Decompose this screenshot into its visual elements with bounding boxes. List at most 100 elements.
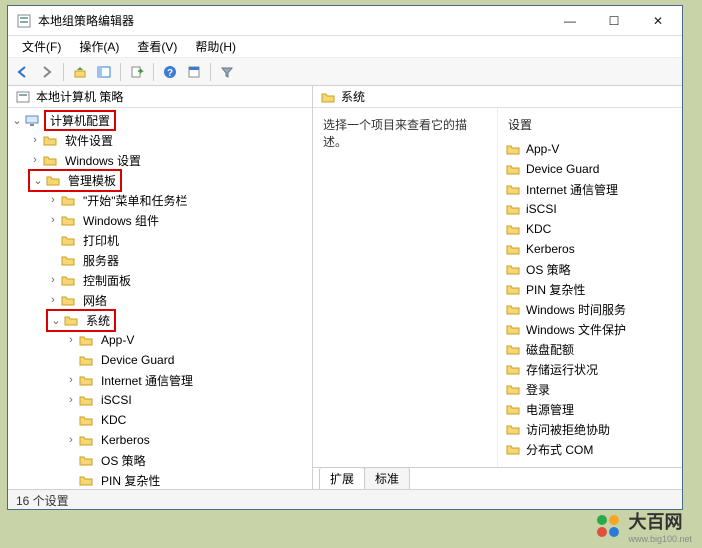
folder-icon xyxy=(60,192,76,208)
chevron-right-icon[interactable]: › xyxy=(64,333,78,347)
maximize-button[interactable]: ☐ xyxy=(592,7,636,35)
list-item[interactable]: iSCSI xyxy=(498,199,682,219)
tree-node[interactable]: ›iSCSI xyxy=(8,390,312,410)
list-item[interactable]: OS 策略 xyxy=(498,259,682,279)
chevron-right-icon[interactable]: › xyxy=(28,153,42,167)
folder-icon xyxy=(506,202,520,216)
close-button[interactable]: ✕ xyxy=(636,7,680,35)
right-body: 选择一个项目来查看它的描述。 设置 App-V Device GuardInter… xyxy=(313,108,682,467)
chevron-right-icon[interactable]: › xyxy=(64,433,78,447)
tree-node[interactable]: ›"开始"菜单和任务栏 xyxy=(8,190,312,210)
titlebar[interactable]: 本地组策略编辑器 — ☐ ✕ xyxy=(8,6,682,36)
chevron-right-icon[interactable]: › xyxy=(46,293,60,307)
folder-icon xyxy=(506,282,520,296)
folder-icon xyxy=(60,272,76,288)
list-item-label: Kerberos xyxy=(526,242,575,256)
chevron-down-icon[interactable]: ⌄ xyxy=(10,113,24,127)
folder-icon xyxy=(78,352,94,368)
chevron-right-icon[interactable]: › xyxy=(46,213,60,227)
tree-node[interactable]: › 控制面板 xyxy=(8,270,312,290)
list-item[interactable]: Device Guard xyxy=(498,159,682,179)
list-item[interactable]: 磁盘配额 xyxy=(498,339,682,359)
properties-button[interactable] xyxy=(183,61,205,83)
tree-node[interactable]: ›Windows 组件 xyxy=(8,210,312,230)
list-item-label: App-V xyxy=(526,142,559,156)
list-item[interactable]: 登录 xyxy=(498,379,682,399)
chevron-right-icon[interactable]: › xyxy=(64,373,78,387)
menu-view[interactable]: 查看(V) xyxy=(129,36,185,57)
tree-label: OS 策略 xyxy=(98,451,149,470)
tree-node[interactable]: ›网络 xyxy=(8,290,312,310)
list-item[interactable]: 访问被拒绝协助 xyxy=(498,419,682,439)
list-item[interactable]: PIN 复杂性 xyxy=(498,279,682,299)
list-item[interactable]: App-V xyxy=(498,139,682,159)
forward-button[interactable] xyxy=(36,61,58,83)
list-item[interactable]: Windows 文件保护 xyxy=(498,319,682,339)
list-column-header[interactable]: 设置 xyxy=(498,112,682,139)
minimize-button[interactable]: — xyxy=(548,7,592,35)
tree-node[interactable]: KDC xyxy=(8,410,312,430)
folder-icon xyxy=(506,362,520,376)
tree-node-admin-templates[interactable]: ⌄ 管理模板 xyxy=(8,170,312,190)
tree-label: 管理模板 xyxy=(65,171,119,190)
list-item[interactable]: KDC xyxy=(498,219,682,239)
menu-help[interactable]: 帮助(H) xyxy=(187,36,244,57)
tree-node[interactable]: ›Internet 通信管理 xyxy=(8,370,312,390)
tab-extended[interactable]: 扩展 xyxy=(319,467,365,489)
list-item[interactable]: Windows 时间服务 xyxy=(498,299,682,319)
folder-icon xyxy=(506,422,520,436)
tree-node[interactable]: ›软件设置 xyxy=(8,130,312,150)
list-item-label: iSCSI xyxy=(526,202,557,216)
list-item[interactable]: Internet 通信管理 xyxy=(498,179,682,199)
up-button[interactable] xyxy=(69,61,91,83)
toolbar-separator xyxy=(120,63,121,81)
tree-node-computer-config[interactable]: ⌄ 计算机配置 xyxy=(8,110,312,130)
menu-file[interactable]: 文件(F) xyxy=(14,36,69,57)
chevron-right-icon[interactable]: › xyxy=(28,133,42,147)
tree-node[interactable]: PIN 复杂性 xyxy=(8,470,312,489)
filter-button[interactable] xyxy=(216,61,238,83)
tree-label: 控制面板 xyxy=(80,271,134,290)
tree-node[interactable]: OS 策略 xyxy=(8,450,312,470)
folder-icon xyxy=(42,132,58,148)
folder-icon xyxy=(506,342,520,356)
description-text: 选择一个项目来查看它的描述。 xyxy=(323,116,487,150)
tree-label: Device Guard xyxy=(98,352,177,368)
menu-action[interactable]: 操作(A) xyxy=(71,36,127,57)
tree-view[interactable]: ⌄ 计算机配置 ›软件设置 ›Windows 设置 ⌄ 管理模板 ›"开始"菜单和… xyxy=(8,108,312,489)
folder-icon xyxy=(78,332,94,348)
chevron-down-icon[interactable]: ⌄ xyxy=(31,173,45,187)
tree-node[interactable]: 服务器 xyxy=(8,250,312,270)
chevron-down-icon[interactable]: ⌄ xyxy=(49,313,63,327)
help-button[interactable]: ? xyxy=(159,61,181,83)
tree-node[interactable]: 打印机 xyxy=(8,230,312,250)
folder-icon xyxy=(45,172,61,188)
left-header[interactable]: 本地计算机 策略 xyxy=(8,86,312,108)
chevron-right-icon[interactable]: › xyxy=(64,393,78,407)
tab-standard[interactable]: 标准 xyxy=(364,467,410,489)
tree-node[interactable]: Device Guard xyxy=(8,350,312,370)
toolbar-separator xyxy=(210,63,211,81)
list-item[interactable]: 分布式 COM xyxy=(498,439,682,459)
chevron-right-icon[interactable]: › xyxy=(46,193,60,207)
folder-icon xyxy=(506,322,520,336)
list-item-label: OS 策略 xyxy=(526,261,571,278)
tree-node[interactable]: ›App-V xyxy=(8,330,312,350)
tree-node[interactable]: ›Windows 设置 xyxy=(8,150,312,170)
tree-label: Kerberos xyxy=(98,432,153,448)
list-item[interactable]: 存储运行状况 xyxy=(498,359,682,379)
tree-node-system[interactable]: ⌄系统 xyxy=(8,310,312,330)
chevron-right-icon[interactable]: › xyxy=(46,273,60,287)
right-header: 系统 xyxy=(313,86,682,108)
folder-icon xyxy=(78,472,94,488)
back-button[interactable] xyxy=(12,61,34,83)
list-item[interactable]: Kerberos xyxy=(498,239,682,259)
right-header-label: 系统 xyxy=(341,88,365,105)
export-button[interactable] xyxy=(126,61,148,83)
folder-icon xyxy=(63,312,79,328)
showhide-button[interactable] xyxy=(93,61,115,83)
list-item[interactable]: 电源管理 xyxy=(498,399,682,419)
watermark-name: 大百网 xyxy=(628,508,692,534)
tree-node[interactable]: › Kerberos xyxy=(8,430,312,450)
settings-list[interactable]: 设置 App-V Device GuardInternet 通信管理 iSCSI KD… xyxy=(497,108,682,467)
